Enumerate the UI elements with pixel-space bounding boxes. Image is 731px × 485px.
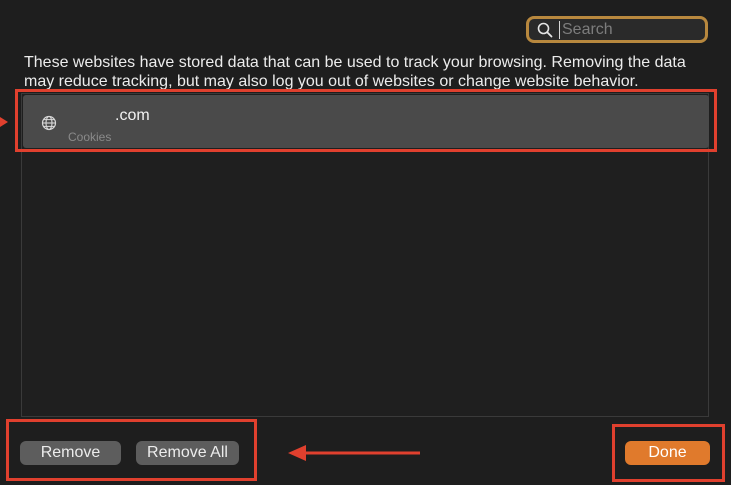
- annotation-highlight-done: [612, 424, 725, 482]
- manage-website-data-sheet: These websites have stored data that can…: [0, 0, 731, 485]
- annotation-highlight-remove-buttons: [6, 419, 257, 481]
- annotation-arrow-icon: [0, 117, 8, 127]
- search-field[interactable]: [526, 16, 708, 43]
- description-text: These websites have stored data that can…: [24, 54, 686, 90]
- search-input[interactable]: [559, 20, 692, 39]
- annotation-highlight-row: [15, 89, 717, 152]
- annotation-arrow-left-icon: [288, 445, 420, 461]
- search-icon: [537, 22, 553, 38]
